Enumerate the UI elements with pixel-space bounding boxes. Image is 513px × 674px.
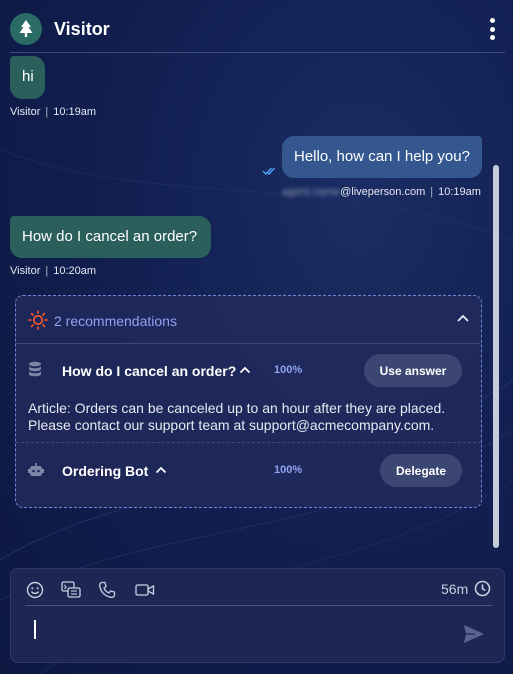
phone-icon[interactable] — [97, 580, 117, 600]
visitor-message-bubble: How do I cancel an order? — [10, 216, 211, 258]
message-time: 10:20am — [53, 265, 97, 277]
confidence-score: 100% — [274, 364, 303, 376]
message-meta: Visitor | 10:19am — [10, 106, 97, 118]
emoji-icon[interactable] — [25, 580, 45, 600]
tree-icon — [10, 13, 42, 45]
message-composer: 56m — [10, 568, 505, 663]
recommendation-title: How do I cancel an order? — [62, 363, 237, 379]
message-sender: Visitor — [10, 106, 41, 118]
message-time: 10:19am — [53, 106, 97, 118]
kebab-menu-icon[interactable] — [485, 17, 499, 41]
page-title: Visitor — [54, 19, 110, 39]
bot-icon — [28, 463, 44, 476]
scrollbar[interactable] — [493, 165, 499, 548]
message-text: Hello, how can I help you? — [294, 148, 470, 165]
recommendation-bot: Ordering Bot 100% Delegate — [16, 454, 481, 494]
database-icon — [29, 361, 41, 377]
message-input[interactable] — [25, 613, 445, 649]
composer-divider — [25, 605, 492, 606]
header-divider — [10, 52, 505, 53]
canned-response-icon[interactable] — [61, 580, 81, 600]
message-time: 10:19am — [438, 186, 481, 198]
send-icon[interactable] — [463, 624, 485, 644]
visitor-message-bubble: hi — [10, 56, 45, 99]
recommendations-panel: 2 recommendations How do I cancel an ord… — [15, 295, 482, 508]
chevron-up-icon[interactable] — [239, 365, 251, 374]
agent-name-hidden: agent.name — [282, 186, 341, 198]
double-check-icon — [262, 167, 275, 175]
sun-icon — [28, 310, 48, 330]
video-icon[interactable] — [135, 580, 155, 600]
confidence-score: 100% — [274, 464, 303, 476]
conversation-header: Visitor — [0, 0, 513, 52]
use-answer-button[interactable]: Use answer — [364, 354, 462, 387]
chevron-up-icon[interactable] — [456, 313, 470, 323]
row-divider — [16, 442, 481, 443]
message-meta: Visitor | 10:20am — [10, 265, 97, 277]
clock-icon — [474, 580, 491, 597]
chevron-up-icon[interactable] — [155, 465, 167, 474]
recommendation-title: Ordering Bot — [62, 463, 149, 479]
message-text: hi — [22, 68, 34, 85]
message-meta: agent.name@liveperson.com | 10:19am — [282, 186, 481, 198]
agent-domain: @liveperson.com — [340, 186, 426, 198]
message-text: How do I cancel an order? — [22, 228, 198, 245]
article-text: Article: Orders can be canceled up to an… — [28, 400, 446, 433]
message-sender: Visitor — [10, 265, 41, 277]
recommendations-title: 2 recommendations — [54, 313, 177, 329]
text-cursor — [34, 620, 36, 639]
delegate-button[interactable]: Delegate — [380, 454, 462, 487]
agent-message-bubble: Hello, how can I help you? — [282, 136, 482, 178]
recommendations-header[interactable]: 2 recommendations — [16, 296, 481, 344]
recommendation-article: How do I cancel an order? 100% Use answe… — [16, 354, 481, 394]
conversation-timer: 56m — [441, 581, 469, 597]
